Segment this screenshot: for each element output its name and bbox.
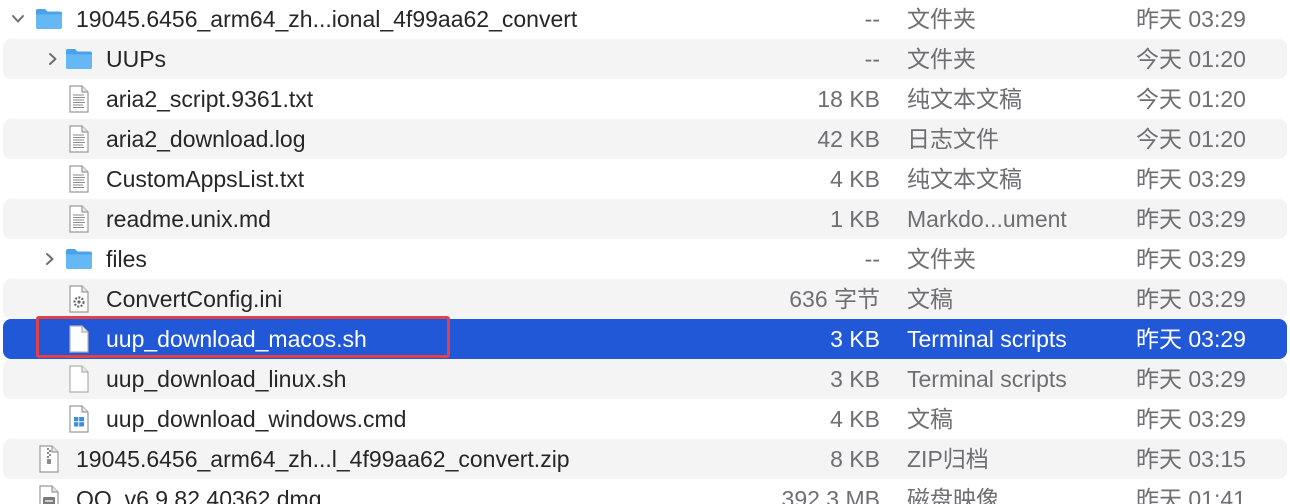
file-name: CustomAppsList.txt — [106, 166, 305, 192]
list-item[interactable]: ConvertConfig.ini 636 字节 文稿 昨天 03:29 — [3, 279, 1287, 319]
file-size: 42 KB — [817, 126, 880, 152]
list-item[interactable]: readme.unix.md 1 KB Markdo...ument 昨天 03:29 — [3, 199, 1287, 239]
config-file-icon — [64, 279, 94, 319]
list-item[interactable]: 19045.6456_arm64_zh...ional_4f99aa62_con… — [0, 0, 1290, 39]
file-kind: 文稿 — [907, 406, 953, 432]
date-modified: 昨天 03:29 — [1136, 286, 1246, 312]
file-size: -- — [864, 6, 880, 32]
date-modified: 昨天 03:29 — [1136, 206, 1246, 232]
file-size: 392.3 MB — [781, 486, 880, 504]
chevron-right-icon[interactable] — [43, 39, 63, 79]
file-kind: 磁盘映像 — [907, 486, 999, 504]
file-size: 4 KB — [830, 166, 880, 192]
windows-file-icon — [64, 399, 94, 439]
file-kind: Terminal scripts — [907, 366, 1067, 392]
date-modified: 昨天 01:41 — [1136, 486, 1246, 504]
file-name: uup_download_linux.sh — [106, 366, 347, 392]
file-kind: 文件夹 — [907, 6, 976, 32]
file-kind: 纯文本文稿 — [907, 166, 1022, 192]
file-kind: 文稿 — [907, 286, 953, 312]
list-item[interactable]: uup_download_windows.cmd 4 KB 文稿 昨天 03:29 — [0, 399, 1290, 439]
date-modified: 昨天 03:29 — [1136, 366, 1246, 392]
file-kind: 文件夹 — [907, 46, 976, 72]
file-size: 4 KB — [830, 406, 880, 432]
chevron-down-icon[interactable] — [8, 0, 28, 39]
file-kind: Markdo...ument — [907, 206, 1067, 232]
list-item-selected[interactable]: uup_download_macos.sh 3 KB Terminal script… — [3, 319, 1287, 359]
folder-icon — [64, 39, 94, 79]
date-modified: 今天 01:20 — [1136, 46, 1246, 72]
list-item[interactable]: CustomAppsList.txt 4 KB 纯文本文稿 昨天 03:29 — [0, 159, 1290, 199]
list-item[interactable]: uup_download_linux.sh 3 KB Terminal script… — [3, 359, 1287, 399]
list-item[interactable]: files -- 文件夹 昨天 03:29 — [0, 239, 1290, 279]
file-kind: 文件夹 — [907, 246, 976, 272]
folder-icon — [64, 239, 94, 279]
date-modified: 昨天 03:29 — [1136, 326, 1246, 352]
date-modified: 昨天 03:29 — [1136, 406, 1246, 432]
list-item[interactable]: UUPs -- 文件夹 今天 01:20 — [3, 39, 1287, 79]
file-name: aria2_script.9361.txt — [106, 86, 314, 112]
file-name: 19045.6456_arm64_zh...l_4f99aa62_convert… — [76, 446, 570, 472]
file-size: 8 KB — [830, 446, 880, 472]
file-name: uup_download_macos.sh — [106, 326, 367, 352]
date-modified: 今天 01:20 — [1136, 86, 1246, 112]
file-size: -- — [864, 246, 880, 272]
file-name: 19045.6456_arm64_zh...ional_4f99aa62_con… — [76, 6, 578, 32]
file-list: 19045.6456_arm64_zh...ional_4f99aa62_con… — [0, 0, 1290, 504]
date-modified: 昨天 03:15 — [1136, 446, 1246, 472]
file-name: uup_download_windows.cmd — [106, 406, 407, 432]
file-size: -- — [864, 46, 880, 72]
date-modified: 昨天 03:29 — [1136, 166, 1246, 192]
folder-icon — [34, 0, 64, 39]
zip-file-icon — [34, 439, 64, 479]
date-modified: 今天 01:20 — [1136, 126, 1246, 152]
file-kind: 日志文件 — [907, 126, 999, 152]
text-file-icon — [64, 199, 94, 239]
date-modified: 昨天 03:29 — [1136, 6, 1246, 32]
text-file-icon — [64, 119, 94, 159]
file-name: ConvertConfig.ini — [106, 286, 283, 312]
file-size: 3 KB — [830, 326, 880, 352]
file-size: 18 KB — [817, 86, 880, 112]
chevron-right-icon[interactable] — [40, 239, 60, 279]
blank-file-icon — [64, 319, 94, 359]
list-item[interactable]: aria2_download.log 42 KB 日志文件 今天 01:20 — [3, 119, 1287, 159]
list-item[interactable]: 19045.6456_arm64_zh...l_4f99aa62_convert… — [3, 439, 1287, 479]
file-name: QQ_v6.9.82.40362.dmg — [76, 486, 322, 504]
file-size: 3 KB — [830, 366, 880, 392]
file-kind: 纯文本文稿 — [907, 86, 1022, 112]
file-name: readme.unix.md — [106, 206, 271, 232]
file-kind: ZIP归档 — [907, 446, 989, 472]
file-size: 1 KB — [830, 206, 880, 232]
blank-file-icon — [64, 359, 94, 399]
file-name: files — [106, 246, 147, 272]
file-name: aria2_download.log — [106, 126, 306, 152]
date-modified: 昨天 03:29 — [1136, 246, 1246, 272]
dmg-file-icon — [34, 479, 64, 504]
file-name: UUPs — [106, 46, 167, 72]
list-item[interactable]: QQ_v6.9.82.40362.dmg 392.3 MB 磁盘映像 昨天 01:41 — [0, 479, 1290, 504]
text-file-icon — [64, 79, 94, 119]
text-file-icon — [64, 159, 94, 199]
file-kind: Terminal scripts — [907, 326, 1067, 352]
file-size: 636 字节 — [789, 286, 880, 312]
list-item[interactable]: aria2_script.9361.txt 18 KB 纯文本文稿 今天 01:20 — [0, 79, 1290, 119]
